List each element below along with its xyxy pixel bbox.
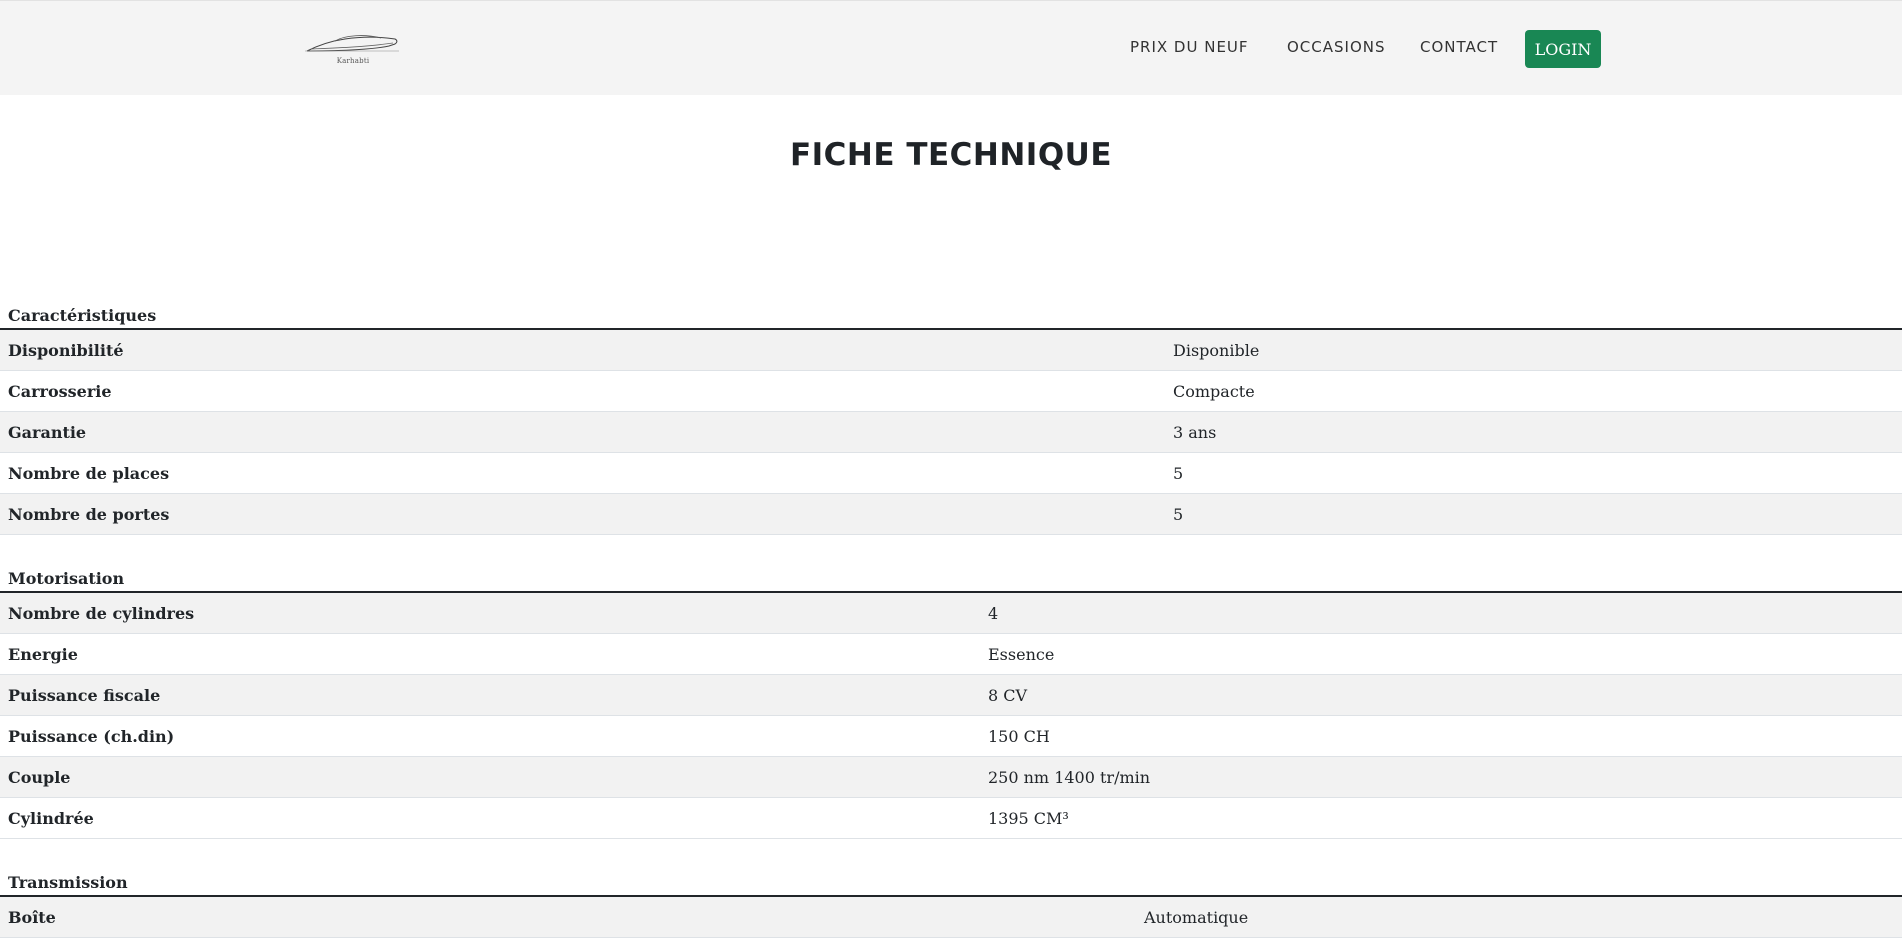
section-title-caracteristiques: Caractéristiques bbox=[0, 288, 1902, 330]
table-row: Puissance (ch.din) 150 CH bbox=[0, 716, 1902, 757]
row-value: 250 nm 1400 tr/min bbox=[988, 768, 1151, 787]
row-value: 3 ans bbox=[1173, 423, 1217, 442]
table-row: Puissance fiscale 8 CV bbox=[0, 675, 1902, 716]
caracteristiques-table: Caractéristiques Disponibilité Disponibl… bbox=[0, 288, 1902, 535]
section-title-motorisation: Motorisation bbox=[0, 551, 1902, 593]
row-value: 5 bbox=[1173, 464, 1184, 483]
row-value: 5 bbox=[1173, 505, 1184, 524]
row-label: Energie bbox=[8, 645, 78, 664]
motorisation-table: Motorisation Nombre de cylindres 4 Energ… bbox=[0, 551, 1902, 839]
transmission-table: Transmission Boîte Automatique bbox=[0, 855, 1902, 938]
row-label: Couple bbox=[8, 768, 71, 787]
table-row: Couple 250 nm 1400 tr/min bbox=[0, 757, 1902, 798]
row-value: Automatique bbox=[1144, 908, 1249, 927]
table-row: Energie Essence bbox=[0, 634, 1902, 675]
row-label: Puissance (ch.din) bbox=[8, 727, 175, 746]
row-label: Nombre de portes bbox=[8, 505, 170, 524]
navbar: Karhabti PRIX DU NEUF OCCASIONS CONTACT … bbox=[0, 0, 1902, 95]
row-label: Puissance fiscale bbox=[8, 686, 161, 705]
row-value: 4 bbox=[988, 604, 999, 623]
table-row: Nombre de portes 5 bbox=[0, 494, 1902, 535]
row-label: Carrosserie bbox=[8, 382, 112, 401]
table-row: Boîte Automatique bbox=[0, 897, 1902, 938]
row-label: Cylindrée bbox=[8, 809, 94, 828]
nav-link-prix-du-neuf[interactable]: PRIX DU NEUF bbox=[1130, 38, 1249, 56]
logo-text: Karhabti bbox=[336, 57, 370, 65]
row-label: Nombre de cylindres bbox=[8, 604, 195, 623]
table-row: Carrosserie Compacte bbox=[0, 371, 1902, 412]
row-value: 150 CH bbox=[988, 727, 1050, 746]
row-label: Disponibilité bbox=[8, 341, 124, 360]
row-label: Garantie bbox=[8, 423, 87, 442]
table-row: Disponibilité Disponible bbox=[0, 330, 1902, 371]
row-value: Compacte bbox=[1173, 382, 1255, 401]
row-value: 1395 CM³ bbox=[988, 809, 1069, 828]
brand-logo[interactable]: Karhabti bbox=[305, 31, 401, 71]
page-title: FICHE TECHNIQUE bbox=[789, 137, 1113, 173]
row-value: 8 CV bbox=[988, 686, 1028, 705]
section-title-transmission: Transmission bbox=[0, 855, 1902, 897]
table-row: Nombre de places 5 bbox=[0, 453, 1902, 494]
row-label: Nombre de places bbox=[8, 464, 170, 483]
table-row: Garantie 3 ans bbox=[0, 412, 1902, 453]
table-row: Cylindrée 1395 CM³ bbox=[0, 798, 1902, 839]
login-button[interactable]: LOGIN bbox=[1525, 30, 1601, 68]
row-label: Boîte bbox=[8, 908, 56, 927]
car-logo-icon bbox=[305, 35, 399, 52]
row-value: Disponible bbox=[1173, 341, 1260, 360]
row-value: Essence bbox=[988, 645, 1055, 664]
nav-link-occasions[interactable]: OCCASIONS bbox=[1287, 38, 1386, 56]
table-row: Nombre de cylindres 4 bbox=[0, 593, 1902, 634]
nav-link-contact[interactable]: CONTACT bbox=[1420, 38, 1498, 56]
